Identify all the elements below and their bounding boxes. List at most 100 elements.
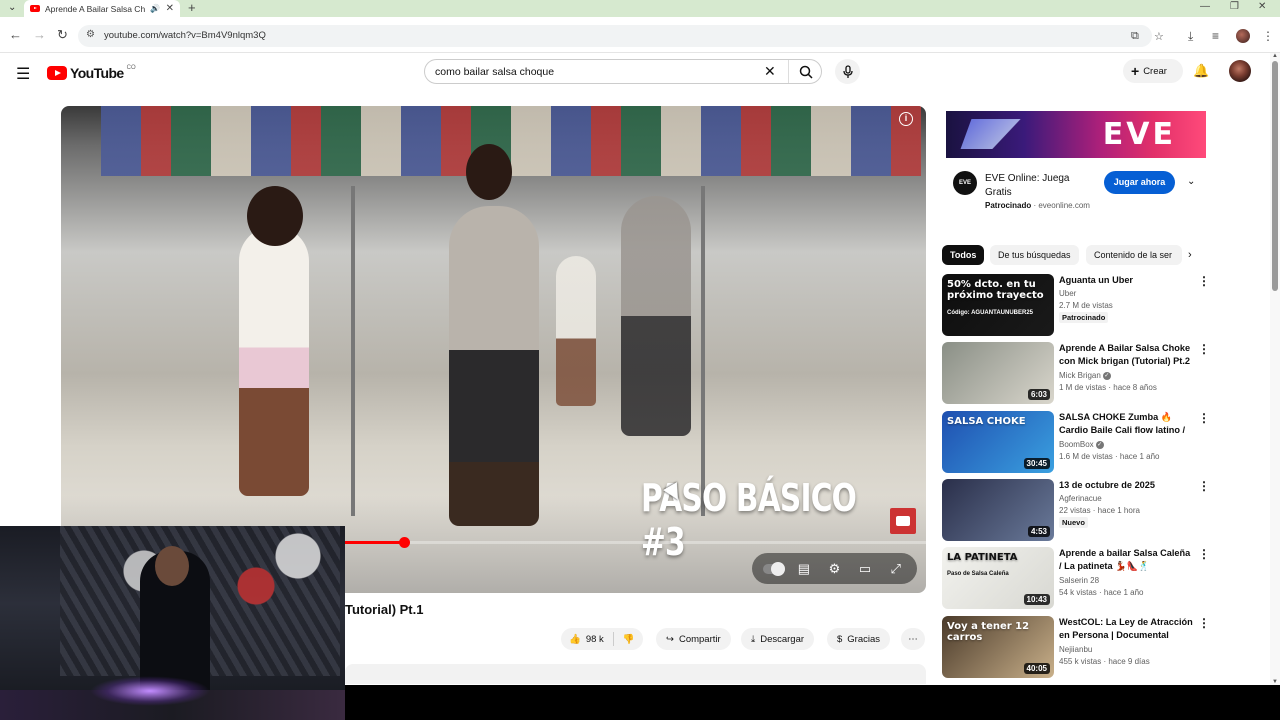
ad-sponsor-line: Patrocinado · eveonline.com (985, 201, 1090, 210)
restore-icon[interactable]: ❐ (1230, 1, 1239, 12)
thumbnail-text: LA PATINETA (947, 552, 1018, 563)
dislike-icon[interactable]: 👎 (623, 634, 635, 645)
video-thumbnail[interactable]: 4:53 (942, 479, 1054, 541)
channel-name[interactable]: Agferinacue (1059, 493, 1102, 504)
country-code: CO (126, 65, 136, 71)
channel-name[interactable]: Nejiianbu (1059, 644, 1092, 655)
tab-search-icon[interactable]: ⌄ (8, 2, 16, 13)
scroll-up-icon[interactable]: ▲ (1272, 53, 1278, 59)
youtube-logo[interactable]: YouTube CO (47, 65, 136, 81)
video-duration: 40:05 (1023, 663, 1050, 674)
view-count-meta: 455 k vistas · hace 9 días (1059, 657, 1150, 666)
notifications-bell-icon[interactable]: 🔔 (1193, 63, 1209, 79)
info-icon[interactable]: i (899, 112, 913, 126)
recommendation-item[interactable]: 50% dcto. en tu próximo trayecto Código: … (942, 274, 1210, 336)
tab-close-icon[interactable]: ✕ (166, 3, 174, 14)
sponsored-ad-card[interactable]: EVE EVE EVE Online: Juega Gratis Patroci… (941, 106, 1210, 222)
logo-text: YouTube (70, 65, 124, 81)
download-button[interactable]: ⤓ Descargar (741, 628, 815, 650)
install-app-icon[interactable]: ⧉ (1131, 30, 1139, 43)
search-input[interactable]: como bailar salsa choque (435, 66, 554, 78)
window-close-icon[interactable]: ✕ (1258, 1, 1266, 12)
back-icon[interactable]: ← (9, 27, 22, 42)
recommendation-title[interactable]: Aguanta un Uber (1059, 274, 1194, 287)
thumbnail-text: Voy a tener 12 carros (947, 621, 1030, 643)
recommendation-item[interactable]: LA PATINETA Paso de Salsa Caleña 10:43 Apre… (942, 547, 1210, 609)
autoplay-toggle[interactable] (763, 559, 786, 579)
channel-name[interactable]: Uber (1059, 288, 1076, 299)
more-vertical-icon[interactable]: ⋮ (1198, 411, 1210, 425)
more-vertical-icon[interactable]: ⋮ (1198, 274, 1210, 288)
forward-icon[interactable]: → (33, 27, 46, 42)
video-player[interactable]: i PASO BÁSICO #3 ▤ ⚙ ▭ ⤢ (61, 106, 926, 593)
download-arrow-icon: ⤓ (751, 633, 756, 645)
like-icon[interactable]: 👍 (569, 634, 581, 645)
account-avatar[interactable] (1229, 60, 1251, 82)
channel-name[interactable]: Salserin 28 (1059, 575, 1099, 586)
browser-profile-avatar[interactable] (1236, 29, 1250, 43)
reload-icon[interactable]: ↻ (57, 27, 68, 43)
new-tab-button[interactable]: + (188, 0, 196, 15)
more-vertical-icon[interactable]: ⋮ (1198, 547, 1210, 561)
video-title: Tutorial) Pt.1 (345, 602, 424, 617)
theater-mode-icon[interactable]: ▭ (855, 559, 875, 579)
minimize-icon[interactable]: — (1200, 1, 1210, 12)
share-button[interactable]: ↪ Compartir (656, 628, 731, 650)
video-thumbnail[interactable]: Voy a tener 12 carros 40:05 (942, 616, 1054, 678)
channel-name[interactable]: Mick Brigan ✓ (1059, 370, 1111, 381)
channel-watermark-icon[interactable] (890, 508, 916, 534)
media-control-icon[interactable]: ≡ (1212, 29, 1219, 43)
video-thumbnail[interactable]: 6:03 (942, 342, 1054, 404)
recommendation-title[interactable]: Aprende A Bailar Salsa Choke con Mick br… (1059, 342, 1194, 368)
ad-cta-button[interactable]: Jugar ahora (1104, 171, 1175, 194)
download-icon[interactable]: ⤓ (1188, 29, 1193, 44)
browser-menu-icon[interactable]: ⋮ (1262, 29, 1274, 43)
video-thumbnail[interactable]: SALSA CHOKE 30:45 (942, 411, 1054, 473)
like-count[interactable]: 98 k (586, 634, 604, 645)
fullscreen-icon[interactable]: ⤢ (886, 559, 906, 579)
clear-search-icon[interactable]: ✕ (764, 63, 776, 80)
scrollbar-thumb[interactable] (1272, 61, 1278, 291)
recommendation-item[interactable]: Voy a tener 12 carros 40:05 WestCOL: La Le… (942, 616, 1210, 678)
thanks-button[interactable]: $ Gracias (827, 628, 891, 650)
browser-tab[interactable]: Aprende A Bailar Salsa Cho 🔊 ✕ (24, 0, 180, 17)
chip-searches[interactable]: De tus búsquedas (990, 245, 1079, 265)
more-vertical-icon[interactable]: ⋮ (1198, 342, 1210, 356)
video-thumbnail[interactable]: 50% dcto. en tu próximo trayecto Código: … (942, 274, 1054, 336)
ad-banner-image[interactable]: EVE (946, 111, 1206, 158)
audio-playing-icon[interactable]: 🔊 (150, 4, 160, 13)
more-actions-button[interactable]: ⋯ (901, 628, 925, 650)
recommendation-title[interactable]: Aprende a bailar Salsa Caleña / La patin… (1059, 547, 1194, 573)
settings-gear-icon[interactable]: ⚙ (824, 559, 844, 579)
recommendation-title[interactable]: WestCOL: La Ley de Atracción en Persona … (1059, 616, 1194, 642)
more-vertical-icon[interactable]: ⋮ (1198, 616, 1210, 630)
recommendation-item[interactable]: 4:53 13 de octubre de 2025 Agferinacue 22 v… (942, 479, 1210, 541)
search-box[interactable]: como bailar salsa choque ✕ (424, 59, 822, 84)
recommendation-title[interactable]: SALSA CHOKE Zumba 🔥 Cardio Baile Cali fl… (1059, 411, 1194, 438)
recommendation-item[interactable]: 6:03 Aprende A Bailar Salsa Choke con Mic… (942, 342, 1210, 404)
search-button[interactable] (788, 60, 822, 83)
progress-scrubber[interactable] (398, 537, 410, 548)
chevron-right-icon[interactable]: › (1188, 249, 1192, 261)
chip-all[interactable]: Todos (942, 245, 985, 265)
dancer-man-head (466, 144, 512, 200)
bookmark-star-icon[interactable]: ☆ (1154, 30, 1164, 43)
subtitles-icon[interactable]: ▤ (794, 559, 814, 579)
menu-icon[interactable]: ☰ (16, 64, 30, 84)
video-thumbnail[interactable]: LA PATINETA Paso de Salsa Caleña 10:43 (942, 547, 1054, 609)
site-info-icon[interactable]: ⚙ (86, 29, 95, 40)
url-text[interactable]: youtube.com/watch?v=Bm4V9nlqm3Q (104, 30, 266, 41)
page-scrollbar[interactable]: ▲ ▼ (1270, 53, 1280, 685)
address-bar[interactable]: ⚙ youtube.com/watch?v=Bm4V9nlqm3Q ⧉ ☆ (78, 25, 1164, 47)
channel-name[interactable]: BoomBox ✓ (1059, 439, 1104, 450)
create-button[interactable]: + Crear (1123, 59, 1183, 83)
recommendation-item[interactable]: SALSA CHOKE 30:45 SALSA CHOKE Zumba 🔥 Card… (942, 411, 1210, 473)
chip-series-content[interactable]: Contenido de la ser (1086, 245, 1182, 265)
ad-title[interactable]: EVE Online: Juega Gratis (985, 172, 1095, 200)
recommendation-title[interactable]: 13 de octubre de 2025 (1059, 479, 1194, 492)
chevron-down-icon[interactable]: ⌄ (1187, 176, 1195, 187)
description-box[interactable] (345, 664, 926, 684)
tab-title: Aprende A Bailar Salsa Cho (45, 3, 145, 14)
more-vertical-icon[interactable]: ⋮ (1198, 479, 1210, 493)
voice-search-button[interactable] (835, 59, 860, 84)
